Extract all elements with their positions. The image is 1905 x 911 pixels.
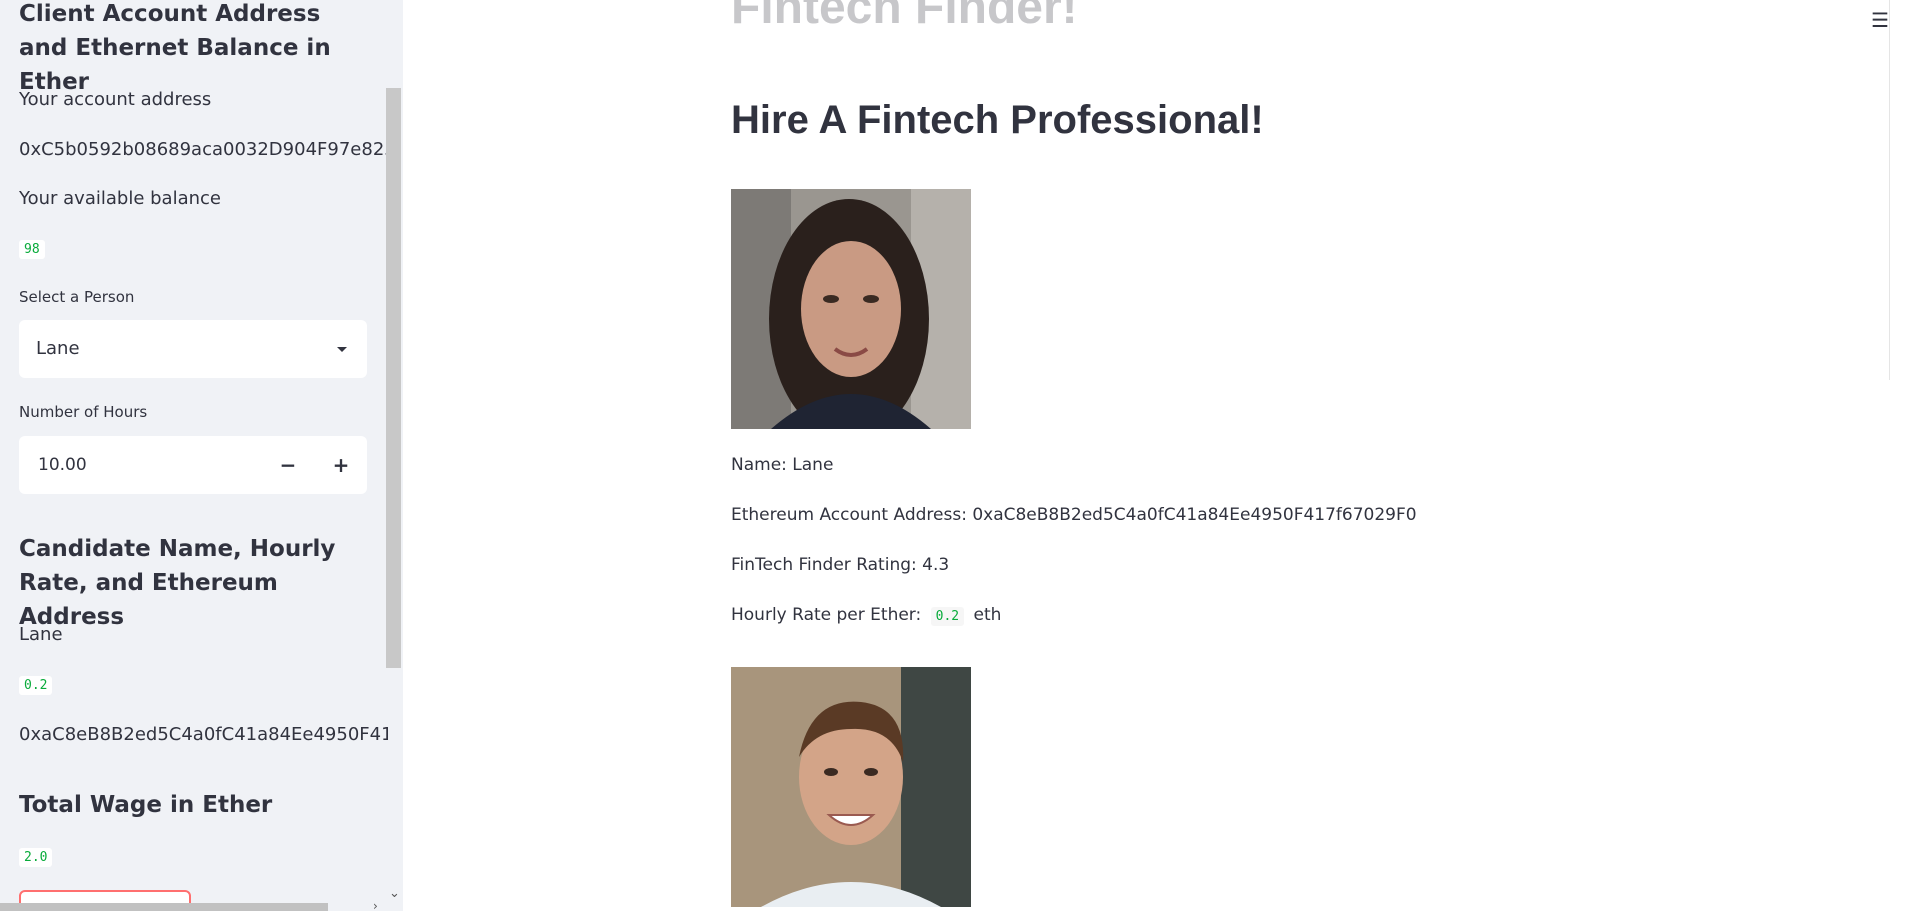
scroll-right-arrow-icon[interactable]: › xyxy=(373,899,378,911)
rate-prefix: Hourly Rate per Ether: xyxy=(731,605,922,625)
total-wage-value: 2.0 xyxy=(19,848,53,867)
increment-button[interactable]: + xyxy=(315,436,367,494)
account-address-label: Your account address xyxy=(19,89,212,110)
candidate-header: Candidate Name, Hourly Rate, and Ethereu… xyxy=(19,536,336,630)
client-account-header: Client Account Address and Ethernet Bala… xyxy=(19,1,331,95)
candidate-rate: 0.2 xyxy=(19,676,53,695)
rate-suffix: eth xyxy=(973,605,1002,625)
hours-label: Number of Hours xyxy=(19,403,148,421)
main-content: Fintech Finder! Hire A Fintech Professio… xyxy=(403,0,1905,911)
select-person-label: Select a Person xyxy=(19,288,135,306)
sidebar-horizontal-scrollbar[interactable] xyxy=(0,903,328,911)
candidate-rate-line: Hourly Rate per Ether: 0.2 eth xyxy=(731,605,1002,626)
decrement-button[interactable]: − xyxy=(262,436,314,494)
hire-header: Hire A Fintech Professional! xyxy=(731,98,1264,142)
candidate-rating-line: FinTech Finder Rating: 4.3 xyxy=(731,555,950,575)
select-person-dropdown[interactable]: Lane xyxy=(19,320,367,378)
rate-value: 0.2 xyxy=(930,607,965,626)
sidebar: Client Account Address and Ethernet Bala… xyxy=(0,0,403,911)
candidate-name-line: Name: Lane xyxy=(731,455,834,475)
chevron-down-icon xyxy=(337,347,347,352)
sidebar-scrollbar[interactable] xyxy=(386,88,401,668)
scroll-down-arrow-icon[interactable]: ⌄ xyxy=(389,886,400,901)
candidate-photo xyxy=(731,667,971,907)
menu-icon[interactable]: ☰ xyxy=(1871,8,1889,32)
app-title: Fintech Finder! xyxy=(731,0,1078,34)
select-person-value: Lane xyxy=(36,338,80,359)
hours-number-input[interactable]: 10.00 − + xyxy=(19,436,367,494)
hours-input-value[interactable]: 10.00 xyxy=(38,455,87,475)
candidate-address-line: Ethereum Account Address: 0xaC8eB8B2ed5C… xyxy=(731,505,1417,525)
account-address-value: 0xC5b0592b08689aca0032D904F97e823dD114 xyxy=(19,139,403,160)
balance-value: 98 xyxy=(19,240,45,259)
total-wage-header: Total Wage in Ether xyxy=(19,792,273,818)
main-scrollbar[interactable] xyxy=(1889,0,1905,380)
candidate-address: 0xaC8eB8B2ed5C4a0fC41a84Ee4950F417f6702 xyxy=(19,724,403,745)
candidate-photo xyxy=(731,189,971,429)
balance-label: Your available balance xyxy=(19,188,221,209)
candidate-name: Lane xyxy=(19,624,63,645)
